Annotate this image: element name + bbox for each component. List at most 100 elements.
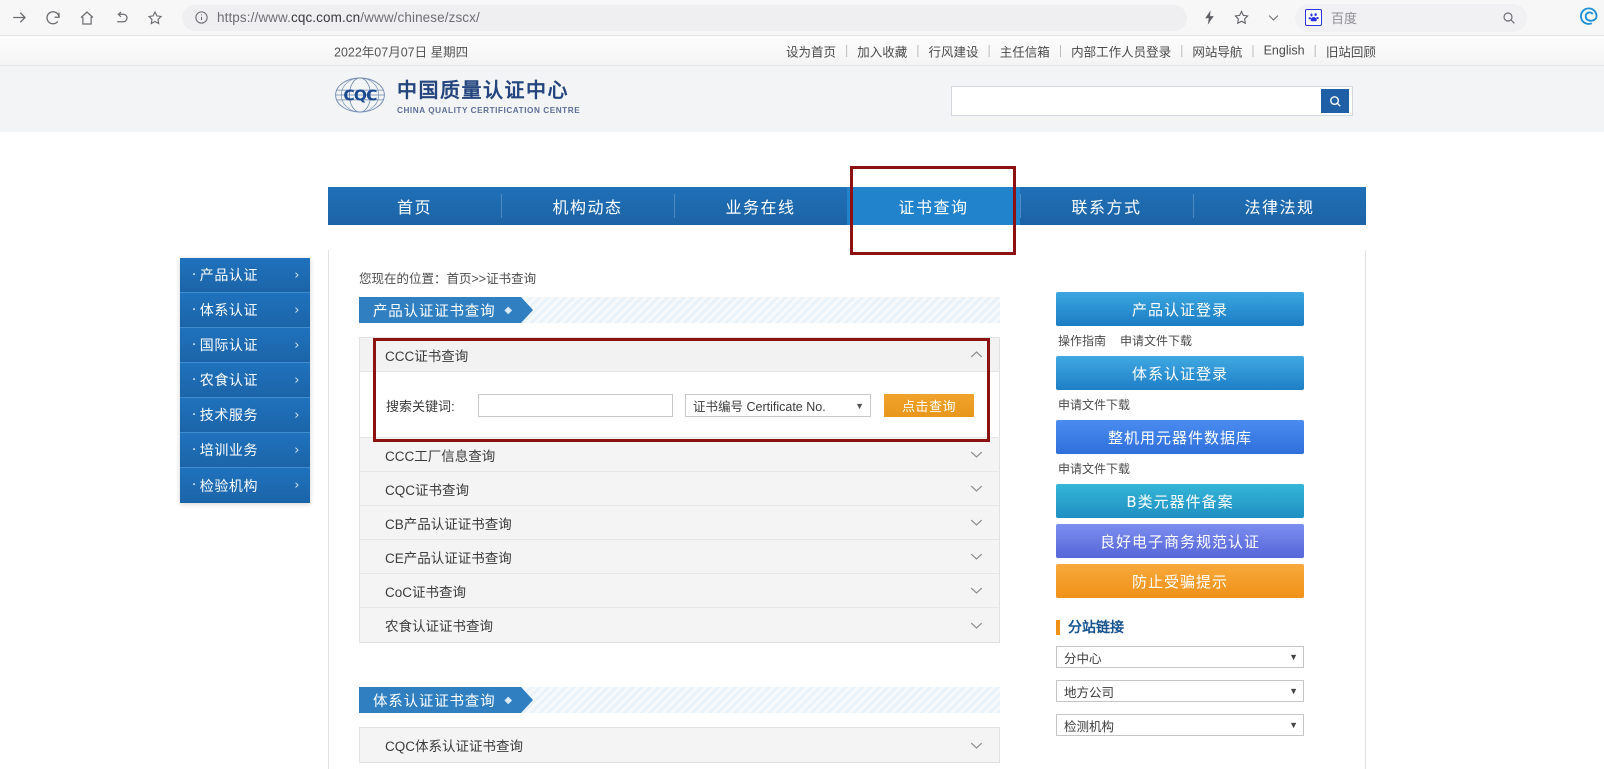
section-title: 产品认证证书查询 — [373, 300, 495, 321]
back-arrow-icon[interactable] — [104, 1, 138, 35]
class-b-component-filing-button[interactable]: B类元器件备案 — [1056, 484, 1304, 518]
link-operation-guide[interactable]: 操作指南 — [1058, 332, 1106, 349]
util-link-staff-login[interactable]: 内部工作人员登录 — [1071, 41, 1171, 60]
component-db-notes: 申请文件下载 — [1058, 460, 1306, 477]
accordion-header-cb-certificate[interactable]: CB产品认证证书查询 — [360, 506, 999, 540]
sidebar-item-technical-service[interactable]: · 技术服务 › — [180, 398, 310, 433]
bullet-icon: · — [192, 268, 197, 283]
nav-item-business-online[interactable]: 业务在线 — [674, 187, 847, 225]
product-login-notes: 操作指南 申请文件下载 — [1058, 332, 1306, 349]
product-certification-login-button[interactable]: 产品认证登录 — [1056, 292, 1304, 326]
accordion-header-coc-certificate[interactable]: CoC证书查询 — [360, 574, 999, 608]
util-link-english[interactable]: English — [1264, 44, 1305, 58]
caret-down-icon: ▼ — [1289, 686, 1298, 696]
chevron-up-icon — [970, 348, 983, 361]
url-text: https://www.cqc.com.cn/www/chinese/zscx/ — [217, 10, 480, 25]
divider: | — [1180, 44, 1183, 58]
chevron-down-icon — [970, 448, 983, 461]
site-search-input[interactable] — [952, 87, 1321, 115]
select-sub-center[interactable]: 分中心 ▼ — [1056, 646, 1304, 668]
bullet-icon: · — [192, 478, 197, 493]
logo-text-block: 中国质量认证中心 CHINA QUALITY CERTIFICATION CEN… — [397, 74, 580, 115]
chevron-right-icon: › — [294, 478, 300, 493]
select-testing-organization[interactable]: 检测机构 ▼ — [1056, 714, 1304, 736]
nav-item-home[interactable]: 首页 — [328, 187, 501, 225]
nav-item-laws[interactable]: 法律法规 — [1193, 187, 1366, 225]
favorite-star-icon[interactable] — [1225, 2, 1257, 34]
sidebar-item-label: 检验机构 — [200, 476, 294, 496]
util-link-bookmark[interactable]: 加入收藏 — [857, 41, 907, 60]
link-application-download-1[interactable]: 申请文件下载 — [1120, 332, 1192, 349]
search-keyword-input[interactable] — [478, 394, 673, 417]
fraud-prevention-button[interactable]: 防止受骗提示 — [1056, 564, 1304, 598]
section-header-tab: 体系认证证书查询 ◆ — [359, 687, 521, 713]
main-navigation: 首页 机构动态 业务在线 证书查询 联系方式 法律法规 — [328, 187, 1366, 225]
nav-item-news[interactable]: 机构动态 — [501, 187, 674, 225]
chevron-down-icon — [970, 516, 983, 529]
chevron-right-icon: › — [294, 373, 300, 388]
component-database-button[interactable]: 整机用元器件数据库 — [1056, 420, 1304, 454]
chevron-down-icon — [970, 550, 983, 563]
sidebar-item-system-certification[interactable]: · 体系认证 › — [180, 293, 310, 328]
search-field-select[interactable]: 证书编号 Certificate No. ▼ — [685, 394, 871, 417]
utility-links: 设为首页 | 加入收藏 | 行风建设 | 主任信箱 | 内部工作人员登录 | 网… — [786, 41, 1376, 60]
edge-logo-icon[interactable] — [1578, 5, 1604, 32]
star-icon[interactable] — [138, 1, 172, 35]
search-keyword-label: 搜索关键词: — [386, 396, 478, 415]
util-link-conduct[interactable]: 行风建设 — [929, 41, 979, 60]
reload-icon[interactable] — [36, 1, 70, 35]
sidebar-item-inspection-agency[interactable]: · 检验机构 › — [180, 468, 310, 503]
divider: | — [916, 44, 919, 58]
sidebar-item-label: 培训业务 — [200, 440, 294, 460]
link-application-download-2[interactable]: 申请文件下载 — [1058, 396, 1130, 413]
section-header-product-certification: 产品认证证书查询 ◆ — [359, 297, 1000, 323]
magnifier-icon[interactable] — [1501, 10, 1517, 26]
accordion-header-ccc-certificate[interactable]: CCC证书查询 — [360, 338, 999, 372]
sidebar-item-agri-food-certification[interactable]: · 农食认证 › — [180, 363, 310, 398]
site-search-box[interactable] — [951, 86, 1353, 116]
chevron-right-icon: › — [294, 338, 300, 353]
sidebar-item-training[interactable]: · 培训业务 › — [180, 433, 310, 468]
search-field-select-value: 证书编号 Certificate No. — [693, 396, 826, 415]
chevron-down-icon[interactable] — [1257, 2, 1289, 34]
logo-title-en: CHINA QUALITY CERTIFICATION CENTRE — [397, 106, 580, 115]
accordion-header-ce-certificate[interactable]: CE产品认证证书查询 — [360, 540, 999, 574]
nav-item-certificate-query[interactable]: 证书查询 — [847, 187, 1020, 225]
ecommerce-certification-button[interactable]: 良好电子商务规范认证 — [1056, 524, 1304, 558]
chevron-right-icon: › — [294, 443, 300, 458]
sidebar-item-international-certification[interactable]: · 国际认证 › — [180, 328, 310, 363]
forward-arrow-icon[interactable] — [2, 1, 36, 35]
logo-title-cn: 中国质量认证中心 — [397, 74, 580, 103]
nav-item-contact[interactable]: 联系方式 — [1020, 187, 1193, 225]
util-link-old-site[interactable]: 旧站回顾 — [1326, 41, 1376, 60]
browser-right-icons: 百度 — [1193, 2, 1527, 34]
accordion-label: CCC证书查询 — [385, 345, 468, 365]
sidebar-item-label: 产品认证 — [200, 265, 294, 285]
system-certification-login-button[interactable]: 体系认证登录 — [1056, 356, 1304, 390]
browser-toolbar: https://www.cqc.com.cn/www/chinese/zscx/… — [0, 0, 1604, 36]
search-submit-button[interactable]: 点击查询 — [884, 394, 974, 417]
chevron-right-icon: › — [294, 303, 300, 318]
link-application-download-3[interactable]: 申请文件下载 — [1058, 460, 1130, 477]
select-value: 地方公司 — [1064, 682, 1114, 701]
site-logo[interactable]: CQC 中国质量认证中心 CHINA QUALITY CERTIFICATION… — [334, 74, 580, 115]
address-bar[interactable]: https://www.cqc.com.cn/www/chinese/zscx/ — [182, 5, 1187, 31]
browser-search-box[interactable]: 百度 — [1295, 4, 1527, 32]
home-icon[interactable] — [70, 1, 104, 35]
util-link-set-home[interactable]: 设为首页 — [786, 41, 836, 60]
chevron-down-icon — [970, 482, 983, 495]
accordion-header-agri-food-certificate[interactable]: 农食认证证书查询 — [360, 608, 999, 642]
sidebar-item-product-certification[interactable]: · 产品认证 › — [180, 258, 310, 293]
section-title: 体系认证证书查询 — [373, 690, 495, 711]
accordion-header-cqc-certificate[interactable]: CQC证书查询 — [360, 472, 999, 506]
divider: | — [1251, 44, 1254, 58]
util-link-director-mailbox[interactable]: 主任信箱 — [1000, 41, 1050, 60]
util-link-sitemap[interactable]: 网站导航 — [1192, 41, 1242, 60]
lightning-icon[interactable] — [1193, 2, 1225, 34]
bullet-icon: · — [192, 408, 197, 423]
accordion-label: CB产品认证证书查询 — [385, 513, 512, 533]
accordion-header-cqc-system-certificate[interactable]: CQC体系认证证书查询 — [360, 728, 999, 762]
accordion-header-ccc-factory-info[interactable]: CCC工厂信息查询 — [360, 438, 999, 472]
select-local-company[interactable]: 地方公司 ▼ — [1056, 680, 1304, 702]
site-search-button[interactable] — [1321, 89, 1349, 113]
